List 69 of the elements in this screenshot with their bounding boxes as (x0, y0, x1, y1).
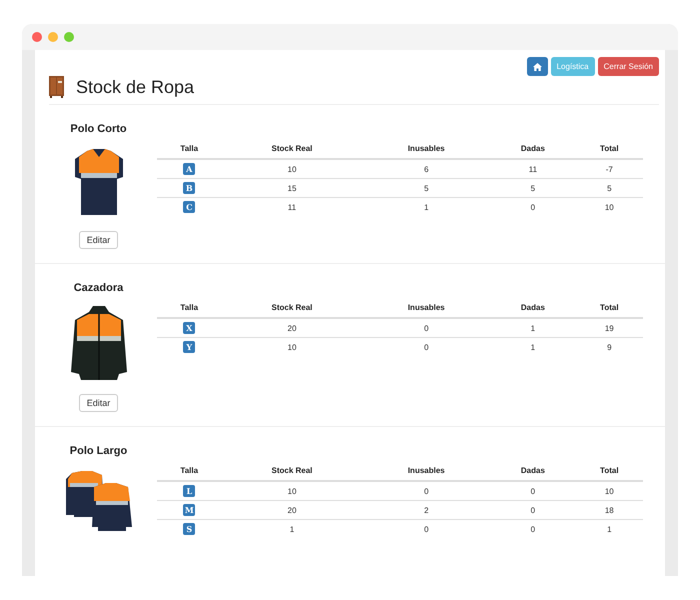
window-minimize-dot[interactable] (48, 32, 58, 42)
product-name: Polo Corto (70, 123, 127, 135)
table-cell: 0 (490, 520, 576, 538)
edit-button[interactable]: Editar (78, 231, 118, 249)
table-cell: 0 (362, 481, 490, 500)
table-cell: 10 (222, 159, 362, 178)
column-header: Stock Real (222, 298, 362, 318)
table-cell: 0 (490, 481, 576, 500)
page-title: Stock de Ropa (76, 76, 194, 98)
size-badge: C (183, 201, 196, 213)
column-header: Inusables (362, 139, 490, 159)
product-name: Polo Largo (70, 445, 128, 457)
home-button[interactable] (526, 57, 548, 76)
table-cell: 1 (576, 520, 643, 538)
table-cell: 0 (490, 500, 576, 520)
size-badge: S (183, 523, 196, 535)
table-cell: 20 (222, 318, 362, 338)
column-header: Talla (157, 298, 222, 318)
logout-button[interactable]: Cerrar Sesión (598, 57, 659, 76)
edit-button[interactable]: Editar (78, 394, 118, 412)
table-cell: 1 (490, 318, 576, 338)
table-cell: 11 (222, 198, 362, 216)
column-header: Inusables (362, 461, 490, 481)
window-close-dot[interactable] (32, 32, 42, 42)
column-header: Inusables (362, 298, 490, 318)
table-cell: 18 (576, 500, 643, 520)
column-header: Dadas (490, 298, 576, 318)
column-header: Talla (157, 461, 222, 481)
table-cell: -7 (576, 159, 643, 178)
long-sleeve-shirts-drawing (64, 469, 134, 531)
table-cell: 1 (222, 520, 362, 538)
table-cell: 10 (222, 481, 362, 500)
size-badge: A (183, 163, 196, 175)
table-cell: 10 (576, 198, 643, 216)
table-cell: 6 (362, 159, 490, 178)
column-header: Talla (157, 139, 222, 159)
wardrobe-icon (49, 76, 64, 98)
column-header: Total (576, 298, 643, 318)
table-cell: 9 (576, 338, 643, 356)
column-header: Stock Real (222, 139, 362, 159)
column-header: Dadas (490, 461, 576, 481)
table-cell: 15 (222, 178, 362, 198)
table-cell: 20 (222, 500, 362, 520)
table-cell: 5 (576, 178, 643, 198)
window-maximize-dot[interactable] (64, 32, 74, 42)
size-badge: Y (183, 341, 196, 353)
size-badge: B (183, 182, 196, 194)
table-cell: 0 (362, 338, 490, 356)
table-cell: 0 (490, 198, 576, 216)
table-cell: 10 (576, 481, 643, 500)
size-badge: X (183, 322, 196, 334)
size-badge: L (183, 485, 196, 497)
column-header: Total (576, 461, 643, 481)
table-cell: 5 (490, 178, 576, 198)
home-icon (532, 62, 542, 70)
table-cell: 0 (362, 318, 490, 338)
table-cell: 2 (362, 500, 490, 520)
size-badge: M (183, 504, 196, 516)
product-name: Cazadora (74, 282, 124, 294)
table-cell: 1 (490, 338, 576, 356)
column-header: Total (576, 139, 643, 159)
table-cell: 0 (362, 520, 490, 538)
table-cell: 1 (362, 198, 490, 216)
column-header: Dadas (490, 139, 576, 159)
table-cell: 19 (576, 318, 643, 338)
table-cell: 10 (222, 338, 362, 356)
table-cell: 5 (362, 178, 490, 198)
table-cell: 11 (490, 159, 576, 178)
column-header: Stock Real (222, 461, 362, 481)
